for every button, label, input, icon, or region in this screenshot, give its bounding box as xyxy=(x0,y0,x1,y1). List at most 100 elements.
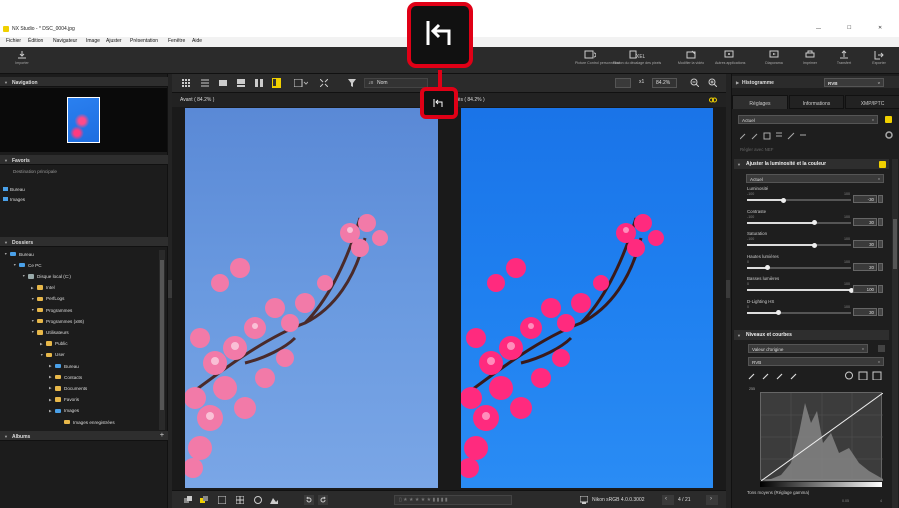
slider-value-field[interactable]: 30 xyxy=(853,307,877,316)
slider-value-field[interactable]: 20 xyxy=(853,262,877,271)
tree-item[interactable]: ▼ Ce PC xyxy=(13,261,42,269)
tree-item[interactable]: ▶ Documents xyxy=(49,384,87,392)
favoris-header[interactable]: ▼ Favoris xyxy=(0,155,168,165)
menu-presentation[interactable]: Présentation xyxy=(130,39,158,44)
export-button[interactable]: Exporter xyxy=(865,50,893,72)
slider-knob[interactable] xyxy=(812,220,818,225)
info-icon[interactable] xyxy=(254,496,262,504)
rating-stars[interactable]: ▯ ★ ★ ★ ★ ★ ▮ ▮ ▮ ▮ xyxy=(394,495,512,505)
print-button[interactable]: Imprimer xyxy=(796,50,824,72)
stack-icon[interactable] xyxy=(184,496,192,504)
add-album-button[interactable]: + xyxy=(160,432,164,439)
tree-item[interactable]: ▶ Images xyxy=(49,407,79,415)
section-brightness-checkbox[interactable] xyxy=(879,160,886,168)
tree-item[interactable]: ▼ Disque local (C:) xyxy=(22,272,71,280)
zoom-level-dropdown[interactable]: 84.2% xyxy=(652,78,677,88)
histogram-channel-dropdown[interactable]: RVB v xyxy=(824,78,884,87)
prev-image-button[interactable]: ‹ xyxy=(662,495,674,505)
tab-reglages[interactable]: Réglages xyxy=(732,95,788,109)
tree-item[interactable]: Images enregistrées xyxy=(58,418,115,426)
tree-item[interactable]: ▼ Programmes xyxy=(31,306,72,314)
levels-channel-dropdown[interactable]: RVB v xyxy=(748,357,884,366)
histogram-bottom-icon[interactable] xyxy=(270,496,282,504)
slider-stepper[interactable] xyxy=(878,285,883,293)
pixel-shift-button[interactable]: XEL Fusion du décalage des pixels xyxy=(612,50,662,72)
close-button[interactable]: ✕ xyxy=(878,26,882,31)
tree-item[interactable]: ▼ Programmes (x86) xyxy=(31,317,84,325)
table-icon[interactable] xyxy=(236,496,244,504)
link-icon[interactable] xyxy=(709,97,717,103)
slider-value-field[interactable]: -30 xyxy=(853,195,877,203)
levels-preset-dropdown[interactable]: Valeur d'origine v xyxy=(748,344,868,353)
maximize-button[interactable]: ☐ xyxy=(847,26,851,31)
sort-dropdown[interactable]: ↓≡ Nom xyxy=(364,78,428,88)
levels-checkbox[interactable] xyxy=(878,345,885,352)
slider-knob[interactable] xyxy=(780,197,786,203)
label-color-icon[interactable] xyxy=(200,496,208,504)
filter-icon[interactable] xyxy=(348,79,356,87)
before-after-view-icon[interactable] xyxy=(272,78,281,88)
grid-view-icon[interactable] xyxy=(182,79,190,87)
compare-view-icon[interactable] xyxy=(255,79,263,87)
tree-item[interactable]: ▶ Contacts xyxy=(49,373,82,381)
section-levels-header[interactable]: ▼ Niveaux et courbes xyxy=(734,330,889,340)
menu-fichier[interactable]: Fichier xyxy=(6,39,21,44)
tool-icons[interactable] xyxy=(740,131,815,140)
rotate-left-icon[interactable] xyxy=(304,495,314,505)
zoom-1x-button[interactable]: x1 xyxy=(639,80,644,85)
destination-principale[interactable]: Destination principale xyxy=(13,169,57,175)
before-image[interactable] xyxy=(183,108,438,488)
zoom-in-icon[interactable] xyxy=(708,78,717,87)
favoris-item-bureau[interactable]: Bureau xyxy=(3,187,25,193)
menu-ajuster[interactable]: Ajuster xyxy=(106,39,122,44)
compare-toggle-button-highlight[interactable] xyxy=(420,87,458,119)
menu-fenetre[interactable]: Fenêtre xyxy=(168,39,185,44)
folder-tree-scrollbar[interactable] xyxy=(159,250,165,430)
slider-value-field[interactable]: 30 xyxy=(853,240,877,248)
rotate-right-icon[interactable] xyxy=(318,495,328,505)
slider-stepper[interactable] xyxy=(878,240,883,248)
preset-checkbox[interactable] xyxy=(885,116,892,123)
tab-xmp-iptc[interactable]: XMP/IPTC xyxy=(845,95,899,109)
brightness-preset-dropdown[interactable]: Actuel v xyxy=(746,174,884,183)
navigation-header[interactable]: ▼ Navigation xyxy=(0,77,168,87)
after-image[interactable] xyxy=(459,108,713,488)
gear-icon[interactable] xyxy=(885,131,893,139)
section-brightness-header[interactable]: ▼ Ajuster la luminosité et la couleur xyxy=(734,159,889,169)
slider-value-field[interactable]: 30 xyxy=(853,217,877,226)
levels-gradient[interactable] xyxy=(760,482,882,487)
histogram-header[interactable]: ▶ Histogramme RVB v xyxy=(732,76,899,88)
tree-item[interactable]: ▶ Favoris xyxy=(49,396,79,404)
picture-control-button[interactable]: Picture Control personnalisé xyxy=(575,50,620,72)
fit-screen-icon[interactable] xyxy=(320,79,328,87)
right-panel-collapse-handle[interactable] xyxy=(726,280,730,298)
tree-item[interactable]: ▼ Utilisateurs xyxy=(31,328,69,336)
tree-item[interactable]: ▼ Bureau xyxy=(4,250,34,258)
tree-item[interactable]: ▼ PerfLogs xyxy=(31,295,64,303)
albums-header[interactable]: ▼ Albums + xyxy=(0,431,168,441)
navigator-thumbnail[interactable] xyxy=(67,97,100,143)
slider-knob[interactable] xyxy=(765,265,771,270)
slider-stepper[interactable] xyxy=(878,307,883,316)
menu-edition[interactable]: Édition xyxy=(28,39,43,44)
slider-value-field[interactable]: 100 xyxy=(853,285,877,293)
filmstrip-view-icon[interactable] xyxy=(237,79,245,87)
menu-image[interactable]: Image xyxy=(86,39,100,44)
preset-dropdown[interactable]: Actuel v xyxy=(738,115,878,124)
display-options-icon[interactable] xyxy=(294,79,308,87)
minimize-button[interactable]: — xyxy=(816,27,821,32)
list-view-icon[interactable] xyxy=(201,79,209,87)
tree-item[interactable]: ▼ User xyxy=(40,351,65,359)
menu-aide[interactable]: Aide xyxy=(192,39,202,44)
tree-item[interactable]: ▶ Bureau xyxy=(49,362,79,370)
curve-tool-icons[interactable] xyxy=(845,371,885,380)
slider-knob[interactable] xyxy=(812,242,818,248)
favoris-item-images[interactable]: Images xyxy=(3,197,25,203)
curves-graph[interactable] xyxy=(760,392,884,482)
edit-video-button[interactable]: Modifier la vidéo xyxy=(675,50,707,72)
tree-item[interactable]: ▶ Public xyxy=(40,340,68,348)
slider-stepper[interactable] xyxy=(878,195,883,203)
slider-knob[interactable] xyxy=(775,310,781,315)
slideshow-button[interactable]: Diaporama xyxy=(760,50,788,72)
single-view-icon[interactable] xyxy=(219,79,227,87)
